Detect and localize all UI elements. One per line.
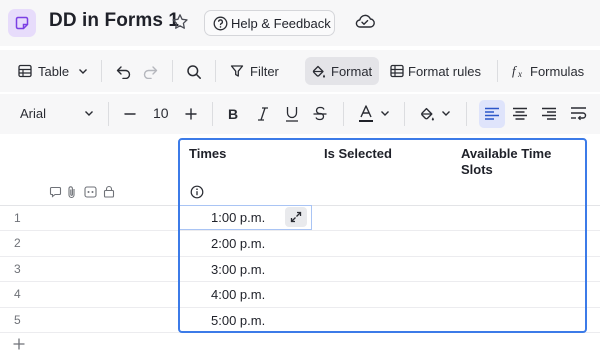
font-family-select[interactable]: Arial [20, 106, 46, 121]
filter-icon [230, 65, 244, 77]
strikethrough-icon[interactable] [312, 105, 328, 123]
add-row-icon[interactable] [12, 337, 26, 351]
chevron-down-icon[interactable] [380, 110, 390, 117]
decrease-font-size-icon[interactable] [123, 107, 137, 121]
fill-color-icon[interactable] [419, 106, 435, 122]
help-feedback-button[interactable]: Help & Feedback [204, 10, 335, 36]
redo-icon[interactable] [142, 65, 158, 79]
bold-icon[interactable]: B [226, 106, 242, 122]
divider [108, 102, 109, 126]
column-header-is-selected[interactable]: Is Selected [324, 146, 392, 162]
format-toolbar: Arial 10 B [0, 94, 600, 134]
row-number[interactable]: 5 [14, 313, 21, 327]
format-rules-label: Format rules [408, 64, 481, 79]
font-size-value[interactable]: 10 [153, 105, 169, 121]
align-left-icon [485, 107, 499, 120]
underline-icon[interactable] [284, 105, 300, 123]
app-icon[interactable] [8, 9, 36, 37]
table-label: Table [38, 64, 70, 79]
column-header-available-time-slots[interactable]: Available Time Slots [461, 146, 571, 178]
attachment-icon [68, 186, 75, 199]
chevron-down-icon[interactable] [84, 110, 94, 117]
increase-font-size-icon[interactable] [184, 107, 198, 121]
document-title[interactable]: DD in Forms 1 [49, 10, 179, 32]
row-divider [0, 256, 600, 257]
title-bar: DD in Forms 1 Help & Feedback [0, 0, 600, 46]
row-divider [0, 230, 600, 231]
comment-icon [49, 186, 62, 198]
lock-icon [103, 185, 115, 198]
function-icon: f x [512, 64, 522, 79]
formulas-label: Formulas [530, 64, 585, 79]
cell-times[interactable]: 2:00 p.m. [211, 236, 265, 251]
align-right-icon[interactable] [541, 107, 557, 121]
table-icon [18, 64, 32, 78]
filter-label: Filter [250, 64, 279, 79]
cell-times[interactable]: 5:00 p.m. [211, 313, 265, 328]
star-icon[interactable] [171, 13, 189, 31]
question-icon [213, 16, 228, 31]
svg-text:B: B [228, 106, 238, 122]
divider [215, 60, 216, 82]
text-color-icon[interactable] [357, 104, 375, 124]
search-icon[interactable] [186, 64, 202, 80]
format-rules-button[interactable]: Format rules [384, 57, 488, 85]
row-number[interactable]: 4 [14, 287, 21, 301]
align-center-icon[interactable] [512, 107, 528, 121]
proofing-icon [84, 186, 97, 198]
sheet-icon [15, 16, 29, 30]
divider [172, 60, 173, 82]
row-number[interactable]: 1 [14, 211, 21, 225]
row-divider [0, 281, 600, 282]
divider [212, 102, 213, 126]
chevron-down-icon [79, 69, 87, 74]
column-header-times[interactable]: Times [189, 146, 226, 162]
expand-icon [290, 211, 302, 223]
divider [404, 102, 405, 126]
format-label: Format [331, 64, 373, 79]
row-divider [0, 332, 600, 333]
align-left-button[interactable] [479, 100, 505, 128]
divider [101, 60, 102, 82]
divider [466, 102, 467, 126]
table-view-button[interactable]: Table [12, 57, 92, 85]
svg-text:x: x [517, 69, 522, 79]
row-number[interactable]: 2 [14, 236, 21, 250]
cell-times[interactable]: 3:00 p.m. [211, 262, 265, 277]
cell-times[interactable]: 1:00 p.m. [211, 210, 265, 225]
format-rules-icon [390, 64, 404, 78]
row-divider [0, 307, 600, 308]
cell-times[interactable]: 4:00 p.m. [211, 287, 265, 302]
cloud-saved-icon[interactable] [354, 11, 376, 31]
main-toolbar: Table Filter Format Format rules f x For… [0, 50, 600, 92]
divider [497, 60, 498, 82]
wrap-text-icon[interactable] [570, 106, 588, 122]
italic-icon[interactable] [256, 106, 270, 122]
paint-bucket-icon [312, 65, 325, 78]
chevron-down-icon[interactable] [441, 110, 451, 117]
formulas-button[interactable]: f x Formulas [505, 57, 595, 85]
expand-cell-button[interactable] [285, 207, 307, 227]
info-icon[interactable] [190, 185, 204, 199]
filter-button[interactable]: Filter [224, 57, 288, 85]
undo-icon[interactable] [116, 65, 132, 79]
divider [343, 102, 344, 126]
help-feedback-label: Help & Feedback [231, 16, 331, 31]
format-button[interactable]: Format [305, 57, 379, 85]
row-number[interactable]: 3 [14, 262, 21, 276]
